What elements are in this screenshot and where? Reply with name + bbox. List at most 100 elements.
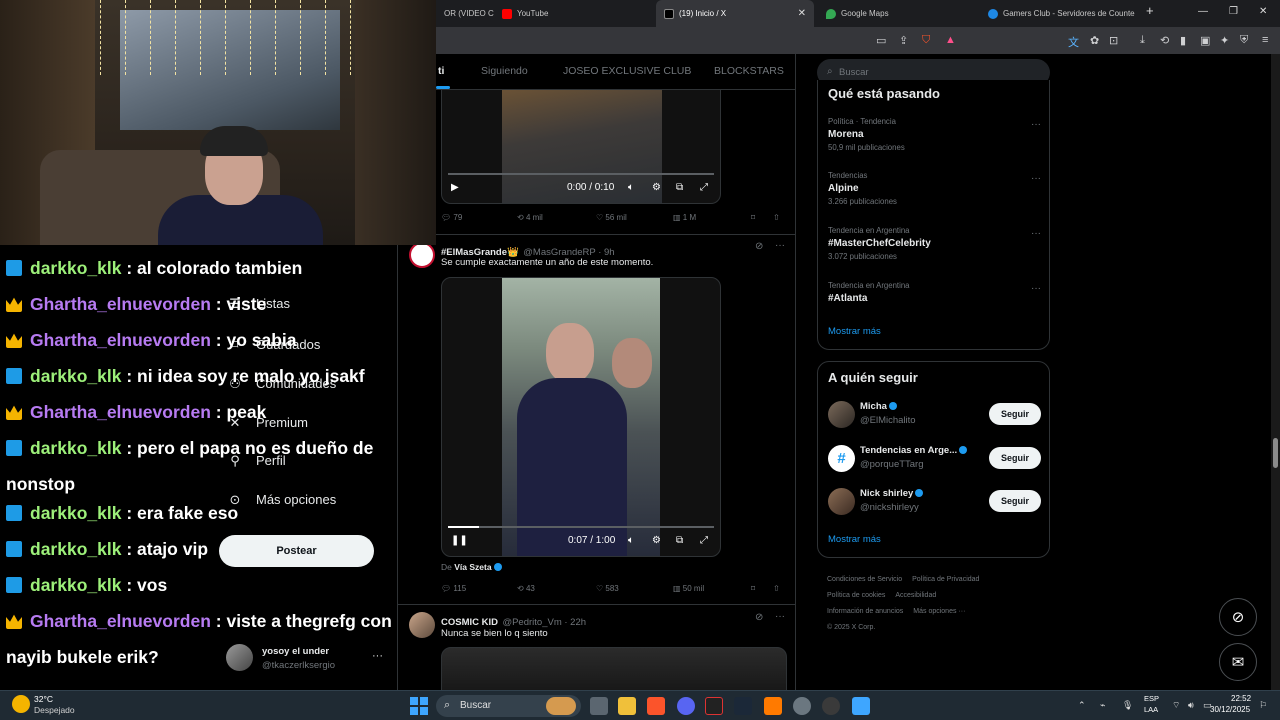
browser-tab-maps[interactable]: Google Maps	[818, 0, 978, 27]
wallet-icon[interactable]: ▣	[1200, 34, 1210, 47]
footer-link[interactable]: Accesibilidad	[895, 592, 936, 599]
brave-rewards-icon[interactable]: ▲	[945, 34, 956, 46]
chatgpt-icon[interactable]	[822, 697, 840, 715]
reply-button[interactable]: 💬︎ 115	[441, 584, 466, 593]
repost-button[interactable]: ⟲ 4 mil	[517, 213, 543, 222]
obs-icon[interactable]	[705, 697, 723, 715]
chat-username[interactable]: Ghartha_elnuevorden	[30, 330, 211, 350]
tweet3-author-handle[interactable]: @Pedrito_Vm · 22h	[502, 617, 586, 628]
volume-icon[interactable]: 🔈︎	[628, 182, 634, 193]
more-options-icon[interactable]: ···	[1031, 173, 1041, 184]
more-options-icon[interactable]: ···	[1031, 119, 1041, 130]
microphone-icon[interactable]: 🎙︎	[1122, 700, 1133, 711]
task-view-icon[interactable]	[590, 697, 608, 715]
history-icon[interactable]: ⟲	[1160, 34, 1169, 47]
search-input[interactable]: Buscar	[839, 67, 869, 78]
share-icon[interactable]: ⇧	[773, 213, 780, 222]
discord-icon[interactable]	[677, 697, 695, 715]
fullscreen-icon[interactable]: ⤢	[700, 535, 708, 546]
close-tab-icon[interactable]: ✕	[798, 8, 806, 19]
views-button[interactable]: ▥ 50 mil	[673, 584, 704, 593]
browser-tab-youtube[interactable]: YouTube	[494, 0, 644, 27]
clock-date[interactable]: 30/12/2025	[1210, 705, 1250, 714]
chat-username[interactable]: Ghartha_elnuevorden	[30, 402, 211, 422]
more-options-icon[interactable]: ···	[775, 240, 785, 251]
chat-username[interactable]: darkko_klk	[30, 366, 121, 386]
browser-tab-x[interactable]: (19) Inicio / X ✕	[656, 0, 814, 27]
settings-icon[interactable]: ⚙	[652, 535, 661, 546]
vpn-icon[interactable]: ⛨	[1240, 34, 1248, 47]
share-icon[interactable]: ⇪	[899, 34, 908, 47]
bookmark-icon[interactable]: ⌑	[751, 213, 755, 222]
translate-icon[interactable]: 文	[1068, 34, 1079, 50]
browser-tab[interactable]: OR (VIDEO C	[436, 0, 496, 27]
scrollbar-thumb[interactable]	[1273, 438, 1278, 468]
footer-link[interactable]: Más opciones ···	[913, 608, 965, 615]
share-icon[interactable]: ⇧	[773, 584, 780, 593]
download-icon[interactable]: ⤓	[1140, 34, 1145, 47]
chat-username[interactable]: Ghartha_elnuevorden	[30, 294, 211, 314]
notepad-icon[interactable]	[852, 697, 870, 715]
brave-browser-icon[interactable]	[647, 697, 665, 715]
follow-show-more-link[interactable]: Mostrar más	[828, 534, 881, 545]
sidebar-icon[interactable]: ▮	[1180, 34, 1186, 47]
trend-item[interactable]: Tendencia en Argentina #MasterChefCelebr…	[828, 226, 1041, 261]
follow-suggestion[interactable]: Nick shirley @nickshirleyy Seguir	[828, 485, 1041, 519]
chat-username[interactable]: darkko_klk	[30, 438, 121, 458]
wifi-icon[interactable]: ⌔	[1172, 700, 1180, 711]
pip-icon[interactable]: ⧉	[676, 535, 683, 546]
pip-icon[interactable]: ⧉	[676, 182, 683, 193]
tweet3-media[interactable]	[441, 647, 787, 690]
footer-link[interactable]: Política de Privacidad	[912, 576, 979, 583]
footer-link[interactable]: Condiciones de Servicio	[827, 576, 902, 583]
screenshot-icon[interactable]: ⊡	[1109, 34, 1118, 47]
trends-show-more-link[interactable]: Mostrar más	[828, 326, 881, 337]
file-explorer-icon[interactable]	[618, 697, 636, 715]
settings-icon[interactable]: ⚙	[652, 182, 661, 193]
close-window-button[interactable]: ✕	[1259, 6, 1267, 17]
maximize-button[interactable]: ❐	[1229, 6, 1238, 17]
follow-button[interactable]: Seguir	[989, 447, 1041, 469]
tab-blockstars[interactable]: BLOCKSTARS	[714, 65, 784, 77]
views-button[interactable]: ▥ 1 M	[673, 213, 696, 222]
tweet3-author-name[interactable]: COSMIC KID	[441, 617, 498, 628]
language-indicator[interactable]: ESP	[1144, 694, 1159, 703]
tab-joseo-exclusive-club[interactable]: JOSEO EXCLUSIVE CLUB	[563, 65, 691, 77]
grok-icon[interactable]: ⊘	[755, 241, 763, 252]
follow-suggestion[interactable]: # Tendencias en Arge... @porqueTTarg Seg…	[828, 442, 1041, 476]
follow-button[interactable]: Seguir	[989, 403, 1041, 425]
network-icon[interactable]: ⌁	[1100, 700, 1105, 711]
grok-fab-button[interactable]: ⊘	[1219, 598, 1257, 636]
taskbar-search[interactable]: ⌕ Buscar	[436, 695, 581, 717]
grok-icon[interactable]: ⊘	[755, 612, 763, 623]
weather-temp[interactable]: 32°C	[34, 694, 53, 704]
brave-shield-icon[interactable]: ⛉	[922, 34, 930, 47]
play-icon[interactable]: ▶	[451, 182, 459, 193]
via-author[interactable]: Vía Szeta	[454, 562, 491, 572]
follow-suggestion[interactable]: Micha @ElMichalito Seguir	[828, 398, 1041, 432]
windows-start-icon[interactable]	[410, 697, 428, 715]
browser-tab-gamersclub[interactable]: Gamers Club - Servidores de Counte	[980, 0, 1140, 27]
video-progress[interactable]	[448, 173, 714, 175]
footer-link[interactable]: Información de anuncios	[827, 608, 903, 615]
chat-username[interactable]: Ghartha_elnuevorden	[30, 611, 211, 631]
chat-username[interactable]: darkko_klk	[30, 503, 121, 523]
volume-icon[interactable]: 🔊︎	[1188, 700, 1194, 711]
follow-button[interactable]: Seguir	[989, 490, 1041, 512]
like-button[interactable]: ♡ 56 mil	[596, 213, 627, 222]
tweet3-avatar[interactable]	[409, 612, 435, 638]
chat-username[interactable]: darkko_klk	[30, 258, 121, 278]
tab-for-you[interactable]: ti	[438, 65, 444, 77]
tweet2-video[interactable]: ❚❚ 0:07 / 1:00 🔈︎ ⚙ ⧉ ⤢	[441, 277, 721, 557]
volume-icon[interactable]: 🔈︎	[628, 535, 634, 546]
menu-icon[interactable]: ≡	[1262, 34, 1268, 46]
clock-time[interactable]: 22:52	[1231, 694, 1251, 703]
tray-overflow-icon[interactable]: ⌃	[1078, 700, 1086, 711]
reply-button[interactable]: 💬︎ 79	[441, 213, 462, 222]
notifications-icon[interactable]: ⚐	[1259, 700, 1267, 711]
more-options-icon[interactable]: ···	[1031, 283, 1041, 294]
tweet1-video[interactable]: ▶ 0:00 / 0:10 🔈︎ ⚙ ⧉ ⤢	[441, 90, 721, 204]
footer-link[interactable]: Política de cookies	[827, 592, 885, 599]
steam-icon[interactable]	[734, 697, 752, 715]
trend-item[interactable]: Tendencias Alpine 3.266 publicaciones ··…	[828, 171, 1041, 206]
